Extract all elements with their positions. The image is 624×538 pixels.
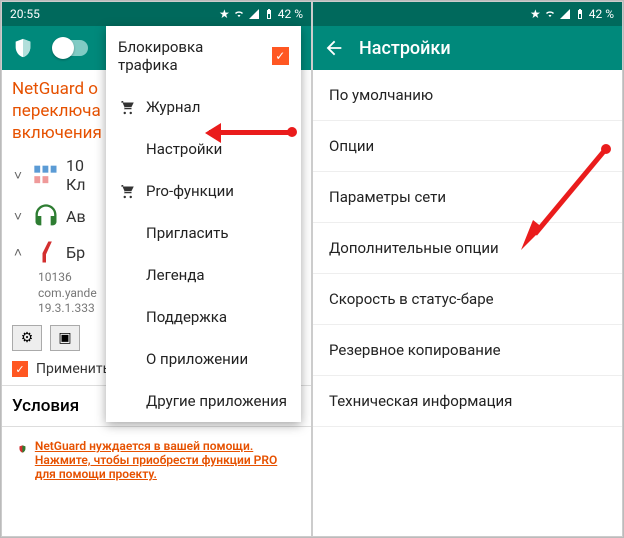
phone-left: 20:55 ★ 42 % NetGuard о переключа включе… <box>1 1 312 537</box>
chevron-down-icon: ˅ <box>10 167 26 184</box>
status-icons: ★ 42 % <box>219 7 303 21</box>
chevron-up-icon: ˄ <box>10 244 26 261</box>
status-bar: ★ 42 % <box>313 2 622 26</box>
annotation-arrow <box>209 130 291 135</box>
menu-invite[interactable]: Пригласить <box>106 212 301 254</box>
app-label: 10 Кл <box>66 156 86 194</box>
wifi-icon <box>233 8 245 20</box>
menu-label: Блокировка трафика <box>118 38 262 74</box>
headset-icon <box>32 202 60 230</box>
wifi-icon <box>544 8 556 20</box>
settings-item-tech[interactable]: Техническая информация <box>313 376 622 427</box>
annotation-arrow <box>513 142 613 252</box>
menu-label: Легенда <box>146 266 205 284</box>
settings-item-default[interactable]: По умолчанию <box>313 70 622 121</box>
star-icon: ★ <box>219 7 230 21</box>
menu-label: Другие приложения <box>146 392 287 410</box>
status-time: 20:55 <box>10 7 40 21</box>
app-label: Ав <box>66 207 86 226</box>
battery-icon <box>263 8 275 20</box>
settings-item-speed[interactable]: Скорость в статус-баре <box>313 274 622 325</box>
shield-color-icon <box>18 439 27 459</box>
cart-icon <box>118 182 136 200</box>
settings-item-backup[interactable]: Резервное копирование <box>313 325 622 376</box>
page-title: Настройки <box>359 38 451 59</box>
menu-block-traffic[interactable]: Блокировка трафика ✓ <box>106 26 301 86</box>
launch-button[interactable]: ▣ <box>50 325 80 351</box>
apps-icon <box>32 161 60 189</box>
signal-icon <box>559 8 571 20</box>
yandex-icon <box>32 238 60 266</box>
overflow-menu: Блокировка трафика ✓ Журнал Настройки Pr… <box>106 26 301 422</box>
menu-support[interactable]: Поддержка <box>106 296 301 338</box>
menu-about[interactable]: О приложении <box>106 338 301 380</box>
menu-journal[interactable]: Журнал <box>106 86 301 128</box>
status-icons: ★ 42 % <box>530 7 614 21</box>
battery-icon <box>574 8 586 20</box>
phone-right: ★ 42 % Настройки По умолчанию Опции Пара… <box>312 1 623 537</box>
help-text: NetGuard нуждается в вашей помощи. Нажми… <box>35 439 295 481</box>
menu-legend[interactable]: Легенда <box>106 254 301 296</box>
back-arrow-icon[interactable] <box>323 37 345 59</box>
menu-label: Поддержка <box>146 308 227 326</box>
star-icon: ★ <box>530 7 541 21</box>
shield-icon <box>12 37 34 59</box>
battery-percent: 42 % <box>589 7 614 21</box>
app-label: Бр <box>66 243 85 262</box>
checkbox-checked-icon: ✓ <box>12 361 28 377</box>
checkbox-checked-icon: ✓ <box>272 47 289 65</box>
menu-pro[interactable]: Pro-функции <box>106 170 301 212</box>
toolbar-right: Настройки <box>313 26 622 70</box>
status-bar: 20:55 ★ 42 % <box>2 2 311 26</box>
battery-percent: 42 % <box>278 7 303 21</box>
divider <box>2 426 311 427</box>
menu-label: Pro-функции <box>146 182 234 200</box>
signal-icon <box>248 8 260 20</box>
menu-label: Журнал <box>146 98 200 116</box>
help-banner[interactable]: NetGuard нуждается в вашей помощи. Нажми… <box>10 431 303 489</box>
settings-button[interactable]: ⚙ <box>12 325 42 351</box>
cart-icon <box>118 98 136 116</box>
menu-label: Пригласить <box>146 224 229 242</box>
menu-label: О приложении <box>146 350 248 368</box>
chevron-down-icon: ˅ <box>10 208 26 225</box>
master-toggle[interactable] <box>54 40 88 56</box>
menu-other-apps[interactable]: Другие приложения <box>106 380 301 422</box>
